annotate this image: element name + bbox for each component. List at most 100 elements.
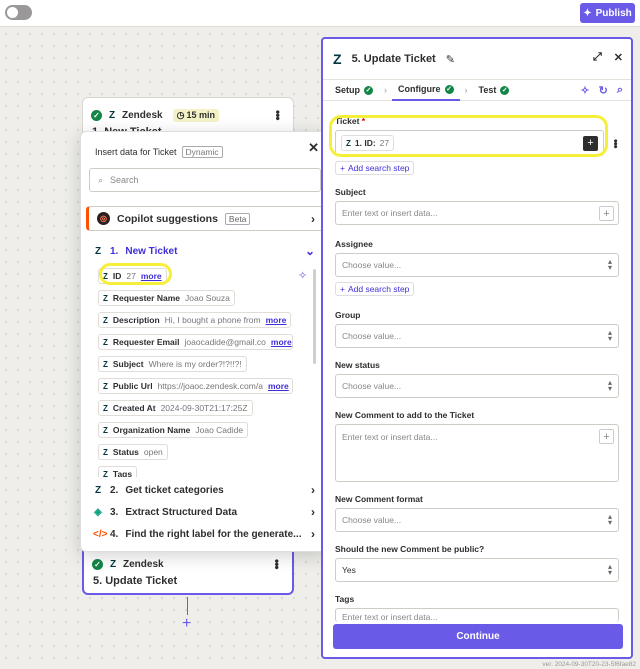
close-icon[interactable]: ✕ [614, 51, 623, 64]
check-icon: ✓ [444, 84, 454, 94]
field-placeholder: Choose value... [342, 260, 402, 270]
search-icon[interactable]: ⌕ [617, 84, 623, 97]
clock-icon: ◷ [176, 109, 185, 120]
close-icon[interactable]: ✕ [308, 140, 319, 156]
popup-title: Insert data for Ticket [95, 147, 177, 157]
connector-line [187, 597, 188, 615]
tab-label: Configure [398, 84, 441, 94]
item-label: Tags [112, 469, 133, 477]
data-item-created-at[interactable]: Z Created At 2024-09-30T21:17:25Z [98, 400, 253, 416]
add-step-icon[interactable]: + [182, 615, 191, 633]
add-search-step-button[interactable]: + Add search step [335, 282, 415, 296]
refresh-icon[interactable]: ↻ [599, 84, 608, 97]
zendesk-icon: Z [103, 293, 108, 303]
field-label-group: Group [335, 310, 361, 320]
group-label: Extract Structured Data [125, 506, 238, 518]
chevron-right-icon: › [311, 483, 315, 497]
field-value: Yes [342, 565, 356, 575]
group-extract-structured-data[interactable]: ◈ 3. Extract Structured Data › [93, 505, 315, 519]
time-badge: ◷ 15 min [172, 108, 219, 122]
continue-button[interactable]: Continue [333, 624, 623, 649]
comment-field[interactable]: Enter text or insert data... + [335, 424, 619, 482]
group-number: 2. [110, 484, 119, 496]
check-icon: ✓ [364, 85, 374, 95]
check-icon: ✓ [500, 85, 510, 95]
plus-icon: + [340, 284, 345, 294]
publish-button[interactable]: ✦ Publish [580, 3, 635, 23]
item-label: Subject [112, 359, 144, 369]
copilot-suggestions-button[interactable]: ◎ Copilot suggestions Beta › [86, 206, 324, 231]
tab-setup[interactable]: Setup ✓ [329, 79, 379, 101]
beta-badge: Beta [224, 212, 251, 225]
version-label: ver. 2024-09-30T20-23-5f6fae82 [542, 661, 636, 668]
item-value: open [143, 447, 163, 457]
tab-configure[interactable]: Configure ✓ [392, 79, 460, 101]
field-placeholder: Enter text or insert data... [342, 432, 438, 442]
more-options-icon[interactable]: ••• [609, 139, 621, 148]
group-find-right-label[interactable]: </> 4. Find the right label for the gene… [93, 527, 315, 541]
insert-data-button[interactable]: + [599, 429, 614, 444]
chevron-right-icon: › [311, 505, 315, 519]
toggle-knob [7, 7, 18, 18]
item-label: Requester Name [112, 293, 180, 303]
more-link[interactable]: more [266, 315, 287, 325]
data-item-status[interactable]: Z Status open [98, 444, 168, 460]
data-item-requester-email[interactable]: Z Requester Email joaocadide@gmail.co more [98, 334, 293, 350]
zendesk-icon: Z [108, 109, 116, 121]
publish-icon: ✦ [583, 7, 592, 19]
new-status-select[interactable]: Choose value... ▴ ▾ [335, 374, 619, 398]
comment-format-select[interactable]: Choose value... ▴ ▾ [335, 508, 619, 532]
check-icon: ✓ [92, 558, 103, 570]
field-label-tags: Tags [335, 594, 355, 604]
select-arrows-icon: ▴ ▾ [607, 257, 612, 272]
select-arrows-icon: ▴ ▾ [607, 512, 612, 527]
step-card-5[interactable]: ✓ Z Zendesk ••• 5. Update Ticket [82, 545, 294, 595]
more-link[interactable]: more [271, 337, 292, 347]
more-options-icon[interactable]: ••• [271, 110, 285, 120]
sparkle-icon[interactable]: ✧ [580, 84, 589, 97]
data-item-public-url[interactable]: Z Public Url https://joaoc.zendesk.com/a mo… [98, 378, 293, 394]
item-label: Organization Name [112, 425, 191, 435]
more-options-icon[interactable]: ••• [270, 559, 284, 569]
data-item-requester-name[interactable]: Z Requester Name Joao Souza [98, 290, 235, 306]
add-search-step-button[interactable]: + Add search step [335, 161, 415, 175]
edit-icon[interactable]: ✎ [446, 53, 455, 66]
data-item-organization-name[interactable]: Z Organization Name Joao Cadide [98, 422, 249, 438]
data-item-tags[interactable]: Z Tags [98, 466, 138, 477]
publish-label: Publish [595, 7, 632, 19]
more-link[interactable]: more [268, 381, 289, 391]
zendesk-icon: Z [333, 51, 342, 67]
chevron-right-icon: › [464, 85, 468, 95]
group-new-ticket[interactable]: Z 1. New Ticket ⌄ [93, 244, 315, 258]
chevron-down-icon: ⌄ [304, 244, 315, 258]
field-label-public: Should the new Comment be public? [335, 544, 485, 554]
zap-toggle[interactable] [5, 5, 32, 20]
tab-test[interactable]: Test ✓ [473, 79, 516, 101]
check-icon: ✓ [91, 109, 102, 121]
tags-field[interactable]: Enter text or insert data... [335, 608, 619, 622]
data-item-description[interactable]: Z Description Hi, I bought a phone from mor… [98, 312, 292, 328]
openai-icon: ◈ [94, 506, 102, 518]
assignee-select[interactable]: Choose value... ▴ ▾ [335, 253, 619, 277]
zendesk-icon: Z [103, 425, 108, 435]
group-label: Find the right label for the generate... [125, 528, 302, 540]
zendesk-icon: Z [103, 403, 108, 413]
copilot-label: Copilot suggestions [117, 212, 218, 225]
zendesk-icon: Z [103, 447, 108, 457]
group-get-ticket-categories[interactable]: Z 2. Get ticket categories › [93, 483, 315, 497]
zendesk-icon: Z [103, 381, 108, 391]
subject-field[interactable]: Enter text or insert data... + [335, 201, 619, 225]
time-label: 15 min [186, 110, 215, 120]
zendesk-icon: Z [109, 558, 117, 570]
search-input[interactable]: ⌕ Search [89, 168, 321, 192]
group-select[interactable]: Choose value... ▴ ▾ [335, 324, 619, 348]
insert-data-button[interactable]: + [599, 206, 614, 221]
group-number: 1. [110, 245, 119, 257]
top-bar: ✦ Publish [0, 0, 640, 27]
field-placeholder: Choose value... [342, 381, 402, 391]
expand-icon[interactable]: ⤢ [593, 51, 602, 64]
zendesk-icon: Z [94, 484, 102, 496]
public-select[interactable]: Yes ▴ ▾ [335, 558, 619, 582]
data-item-subject[interactable]: Z Subject Where is my order?!?!!?! [98, 356, 247, 372]
dynamic-badge: Dynamic [181, 146, 223, 158]
